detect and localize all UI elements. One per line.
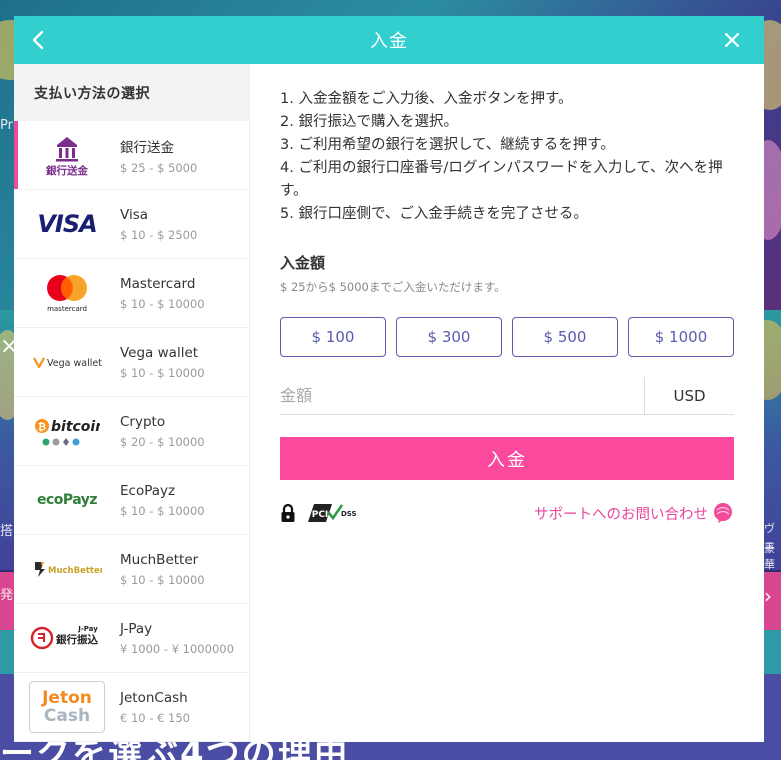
payment-method-range: $ 25 - $ 5000	[120, 160, 198, 175]
mastercard-logo: mastercard	[14, 259, 120, 328]
svg-text:銀行送金: 銀行送金	[46, 164, 88, 177]
close-button[interactable]	[708, 16, 756, 64]
payment-method-name: Vega wallet	[120, 344, 199, 361]
bank-transfer-logo: 銀行送金	[14, 121, 120, 190]
payment-method-range: $ 20 - $ 10000	[120, 434, 205, 449]
payment-method-list: 銀行送金 銀行送金 $ 25 - $ 5000 VISA Visa $ 10 -…	[14, 121, 249, 742]
modal-title: 入金	[370, 31, 408, 52]
currency-label: USD	[644, 377, 734, 414]
security-badges: PCI DSS	[280, 502, 358, 524]
back-button[interactable]	[14, 16, 62, 64]
payment-method-bank-transfer[interactable]: 銀行送金 銀行送金 $ 25 - $ 5000	[14, 121, 249, 190]
svg-text:銀行振込: 銀行振込	[56, 633, 98, 646]
payment-method-range: $ 10 - $ 10000	[120, 365, 205, 380]
background-text: 発	[0, 588, 14, 603]
muchbetter-logo: MuchBetter	[14, 535, 120, 604]
payment-method-name: Mastercard	[120, 275, 196, 292]
preset-amount-300[interactable]: $ 300	[396, 317, 502, 357]
payment-method-mastercard[interactable]: mastercard Mastercard $ 10 - $ 10000	[14, 259, 249, 328]
payment-method-name: J-Pay	[120, 620, 153, 637]
payment-method-range: $ 10 - $ 10000	[120, 296, 205, 311]
svg-text:Vega wallet: Vega wallet	[47, 358, 102, 369]
support-link[interactable]: サポートへのお問い合わせ	[534, 502, 734, 524]
background-text: Pr	[0, 118, 13, 133]
modal-header: 入金	[14, 16, 764, 64]
chevron-left-icon	[32, 30, 44, 50]
ecopayz-logo: ecoPayz	[36, 492, 98, 508]
sidebar-heading: 支払い方法の選択	[14, 64, 249, 121]
preset-amount-1000[interactable]: $ 1000	[628, 317, 734, 357]
jpay-logo: J-Pay 銀行振込	[14, 604, 120, 673]
preset-amount-100[interactable]: $ 100	[280, 317, 386, 357]
payment-method-range: € 10 - € 150	[120, 710, 190, 725]
payment-method-range: ¥ 1000 - ¥ 1000000	[120, 641, 234, 656]
close-icon	[724, 32, 740, 48]
payment-method-jetoncash[interactable]: Jeton Cash JetonCash € 10 - € 150	[14, 673, 249, 742]
visa-logo: VISA	[37, 210, 97, 238]
payment-method-name: Crypto	[120, 413, 166, 430]
payment-method-visa[interactable]: VISA Visa $ 10 - $ 2500	[14, 190, 249, 259]
instruction-step: 3. ご利用希望の銀行を選択して、継続するを押す。	[280, 137, 615, 153]
amount-input[interactable]	[280, 377, 644, 414]
form-footer: PCI DSS サポートへのお問い合わせ	[280, 502, 734, 524]
pci-dss-icon: PCI DSS	[308, 504, 357, 522]
svg-text:MuchBetter: MuchBetter	[48, 566, 102, 576]
instruction-step: 1. 入金金額をご入力後、入金ボタンを押す。	[280, 91, 573, 107]
payment-method-range: $ 10 - $ 10000	[120, 503, 205, 518]
preset-amount-500[interactable]: $ 500	[512, 317, 618, 357]
payment-method-name: MuchBetter	[120, 551, 199, 568]
amount-field-row: USD	[280, 377, 734, 415]
background-text: 搭	[0, 524, 14, 539]
lock-icon	[281, 503, 295, 522]
amount-presets: $ 100 $ 300 $ 500 $ 1000	[280, 317, 734, 357]
svg-text:bitcoin: bitcoin	[51, 419, 100, 435]
amount-title: 入金額	[280, 254, 326, 272]
instruction-step: 5. 銀行口座側で、ご入金手続きを完了させる。	[280, 206, 588, 222]
payment-method-muchbetter[interactable]: MuchBetter MuchBetter $ 10 - $ 10000	[14, 535, 249, 604]
amount-limit-note: $ 25から$ 5000までご入金いただけます。	[280, 280, 506, 294]
instruction-step: 4. ご利用の銀行口座番号/ログインパスワードを入力して、次へを押す。	[280, 160, 723, 199]
payment-method-vega-wallet[interactable]: Vega wallet Vega wallet $ 10 - $ 10000	[14, 328, 249, 397]
svg-text:mastercard: mastercard	[47, 305, 87, 313]
jetoncash-logo: Jeton Cash	[14, 673, 120, 742]
deposit-button[interactable]: 入金	[280, 437, 734, 480]
modal-body: 支払い方法の選択 銀行送金 銀行送金 $ 25 - $ 5000 VISA Vi…	[14, 64, 764, 742]
payment-method-name: Visa	[120, 206, 148, 223]
payment-method-ecopayz[interactable]: ecoPayz EcoPayz $ 10 - $ 10000	[14, 466, 249, 535]
chevron-right-icon: ›	[764, 584, 772, 608]
svg-text:PCI: PCI	[312, 510, 329, 520]
payment-method-name: 銀行送金	[120, 139, 174, 156]
vega-wallet-logo: Vega wallet	[14, 328, 120, 397]
payment-method-range: $ 10 - $ 2500	[120, 227, 198, 242]
payment-method-jpay[interactable]: J-Pay 銀行振込 J-Pay ¥ 1000 - ¥ 1000000	[14, 604, 249, 673]
background-text: 豪華	[764, 542, 775, 571]
payment-method-name: EcoPayz	[120, 482, 176, 499]
svg-text:J-Pay: J-Pay	[77, 625, 98, 633]
payment-method-sidebar: 支払い方法の選択 銀行送金 銀行送金 $ 25 - $ 5000 VISA Vi…	[14, 64, 250, 742]
bitcoin-logo: ₿ bitcoin	[14, 397, 120, 466]
support-link-label: サポートへのお問い合わせ	[534, 506, 708, 523]
svg-text:₿: ₿	[38, 421, 46, 433]
payment-method-name: JetonCash	[120, 689, 188, 706]
svg-text:DSS: DSS	[341, 510, 357, 518]
deposit-modal: 入金 支払い方法の選択 銀行送金 銀行送金 $ 25 - $ 5000 VISA…	[14, 16, 764, 742]
payment-method-range: $ 10 - $ 10000	[120, 572, 205, 587]
instruction-step: 2. 銀行振込で購入を選択。	[280, 114, 458, 130]
deposit-form: 1. 入金金額をご入力後、入金ボタンを押す。 2. 銀行振込で購入を選択。 3.…	[250, 64, 764, 742]
instruction-steps: 1. 入金金額をご入力後、入金ボタンを押す。 2. 銀行振込で購入を選択。 3.…	[280, 88, 734, 226]
chat-bubble-icon	[714, 503, 732, 523]
payment-method-crypto[interactable]: ₿ bitcoin Crypto $ 20 - $ 10000	[14, 397, 249, 466]
